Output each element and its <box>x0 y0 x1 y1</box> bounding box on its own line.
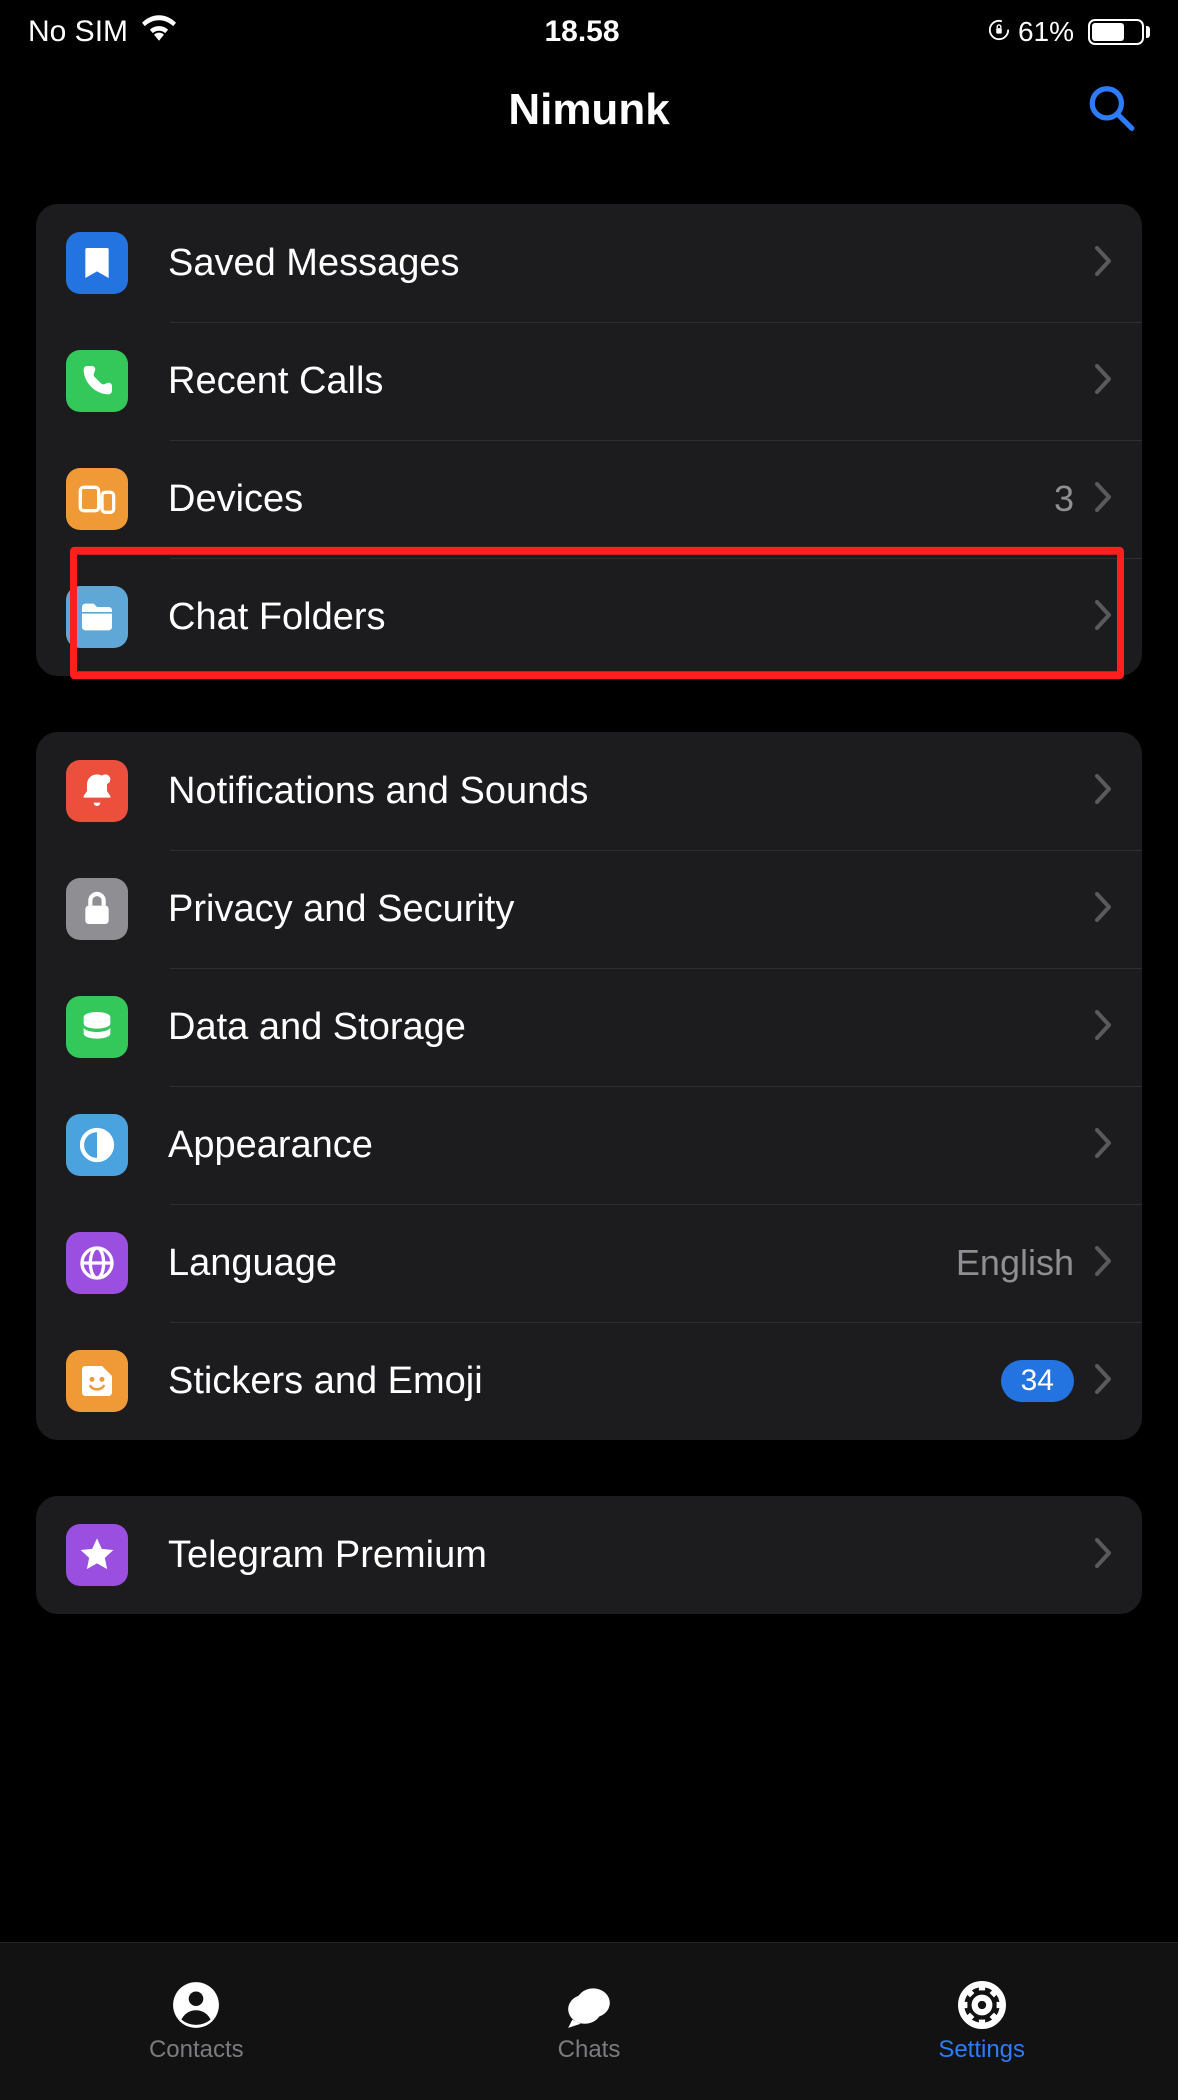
row-label: Chat Folders <box>168 596 1094 639</box>
wifi-icon <box>142 15 176 49</box>
settings-row-premium[interactable]: Telegram Premium <box>36 1496 1142 1614</box>
row-label: Language <box>168 1242 956 1285</box>
status-bar: No SIM 18.58 61% <box>0 0 1178 60</box>
gear-icon <box>953 1980 1011 2030</box>
page-title: Nimunk <box>508 85 669 135</box>
row-value: 3 <box>1054 478 1074 520</box>
bookmark-icon <box>66 232 128 294</box>
chevron-right-icon <box>1094 892 1112 927</box>
settings-row-devices[interactable]: Devices3 <box>36 440 1142 558</box>
stack-icon <box>66 996 128 1058</box>
row-label: Notifications and Sounds <box>168 770 1094 813</box>
settings-group: Notifications and Sounds Privacy and Secu… <box>36 732 1142 1440</box>
row-label: Devices <box>168 478 1054 521</box>
row-value: English <box>956 1242 1074 1284</box>
folder-icon <box>66 586 128 648</box>
bell-icon <box>66 760 128 822</box>
status-left: No SIM <box>28 15 176 49</box>
status-right: 61% <box>988 16 1150 48</box>
chevron-right-icon <box>1094 1246 1112 1281</box>
settings-row-saved-messages[interactable]: Saved Messages <box>36 204 1142 322</box>
sim-status: No SIM <box>28 15 128 49</box>
chevron-right-icon <box>1094 774 1112 809</box>
settings-row-stickers[interactable]: Stickers and Emoji34 <box>36 1322 1142 1440</box>
row-label: Appearance <box>168 1124 1094 1167</box>
row-label: Privacy and Security <box>168 888 1094 931</box>
settings-group: Telegram Premium <box>36 1496 1142 1614</box>
tab-settings[interactable]: Settings <box>785 1980 1178 2064</box>
sticker-icon <box>66 1350 128 1412</box>
settings-row-recent-calls[interactable]: Recent Calls <box>36 322 1142 440</box>
row-label: Data and Storage <box>168 1006 1094 1049</box>
chevron-right-icon <box>1094 482 1112 517</box>
tab-label: Contacts <box>149 2036 244 2064</box>
row-label: Saved Messages <box>168 242 1094 285</box>
row-label: Recent Calls <box>168 360 1094 403</box>
rotation-lock-icon <box>988 16 1010 48</box>
devices-icon <box>66 468 128 530</box>
tab-contacts[interactable]: Contacts <box>0 1980 393 2064</box>
chevron-right-icon <box>1094 1538 1112 1573</box>
battery-icon <box>1082 19 1150 45</box>
lock-icon <box>66 878 128 940</box>
globe-icon <box>66 1232 128 1294</box>
settings-row-notifications[interactable]: Notifications and Sounds <box>36 732 1142 850</box>
chevron-right-icon <box>1094 364 1112 399</box>
search-button[interactable] <box>1086 83 1136 138</box>
tab-label: Chats <box>558 2036 621 2064</box>
chevron-right-icon <box>1094 600 1112 635</box>
settings-row-data[interactable]: Data and Storage <box>36 968 1142 1086</box>
settings-row-chat-folders[interactable]: Chat Folders <box>36 558 1142 676</box>
search-icon <box>1086 83 1136 133</box>
chevron-right-icon <box>1094 1364 1112 1399</box>
chat-icon <box>560 1980 618 2030</box>
tab-label: Settings <box>938 2036 1025 2064</box>
settings-group: Saved Messages Recent Calls Devices3 Chat F… <box>36 204 1142 676</box>
row-label: Telegram Premium <box>168 1534 1094 1577</box>
star-icon <box>66 1524 128 1586</box>
chevron-right-icon <box>1094 246 1112 281</box>
settings-content: Saved Messages Recent Calls Devices3 Chat F… <box>0 204 1178 1614</box>
row-label: Stickers and Emoji <box>168 1360 1001 1403</box>
tab-bar: Contacts Chats Settings <box>0 1942 1178 2100</box>
chevron-right-icon <box>1094 1010 1112 1045</box>
battery-percent: 61% <box>1018 16 1074 48</box>
settings-row-appearance[interactable]: Appearance <box>36 1086 1142 1204</box>
count-badge: 34 <box>1001 1360 1074 1402</box>
settings-row-privacy[interactable]: Privacy and Security <box>36 850 1142 968</box>
contact-icon <box>167 1980 225 2030</box>
contrast-icon <box>66 1114 128 1176</box>
status-time: 18.58 <box>544 15 619 49</box>
header: Nimunk <box>0 60 1178 160</box>
phone-icon <box>66 350 128 412</box>
settings-row-language[interactable]: LanguageEnglish <box>36 1204 1142 1322</box>
tab-chats[interactable]: Chats <box>393 1980 786 2064</box>
chevron-right-icon <box>1094 1128 1112 1163</box>
